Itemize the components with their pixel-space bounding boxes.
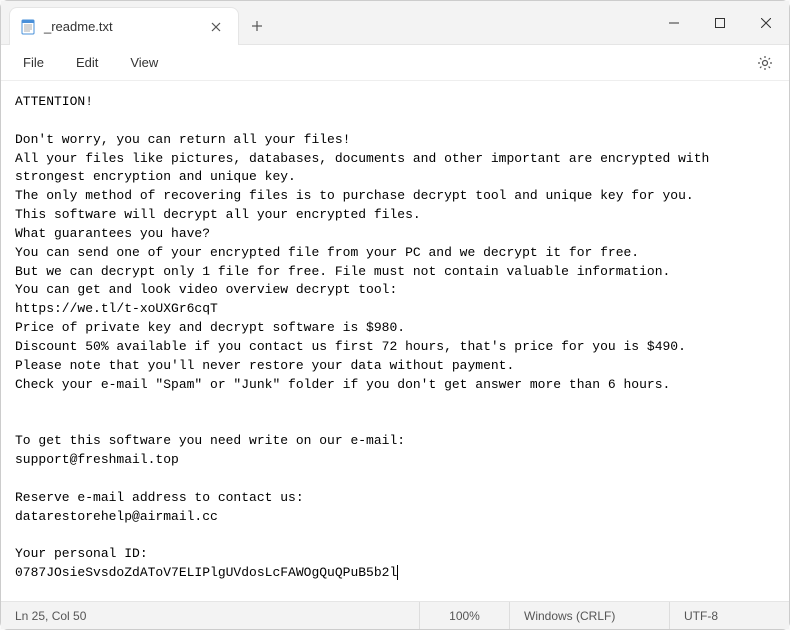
maximize-icon [715,18,725,28]
status-position: Ln 25, Col 50 [1,609,419,623]
menubar: File Edit View [1,45,789,81]
menu-file[interactable]: File [9,51,58,74]
statusbar: Ln 25, Col 50 100% Windows (CRLF) UTF-8 [1,601,789,629]
notepad-icon [20,19,36,35]
menu-view[interactable]: View [116,51,172,74]
minimize-icon [669,18,679,28]
status-encoding[interactable]: UTF-8 [669,602,789,629]
titlebar: _readme.txt [1,1,789,45]
maximize-button[interactable] [697,1,743,44]
status-eol[interactable]: Windows (CRLF) [509,602,669,629]
gear-icon [757,55,773,71]
plus-icon [251,20,263,32]
menu-edit[interactable]: Edit [62,51,112,74]
tab-close-button[interactable] [204,15,228,39]
new-tab-button[interactable] [239,7,275,44]
document-text: ATTENTION! Don't worry, you can return a… [15,94,717,580]
status-zoom[interactable]: 100% [419,602,509,629]
settings-button[interactable] [749,47,781,79]
window-controls [651,1,789,44]
tab-active[interactable]: _readme.txt [9,7,239,45]
close-icon [761,18,771,28]
window-close-button[interactable] [743,1,789,44]
editor-content[interactable]: ATTENTION! Don't worry, you can return a… [1,81,789,601]
tab-label: _readme.txt [44,19,196,34]
close-icon [211,22,221,32]
minimize-button[interactable] [651,1,697,44]
text-caret [397,565,398,580]
titlebar-drag-area[interactable] [275,1,651,44]
